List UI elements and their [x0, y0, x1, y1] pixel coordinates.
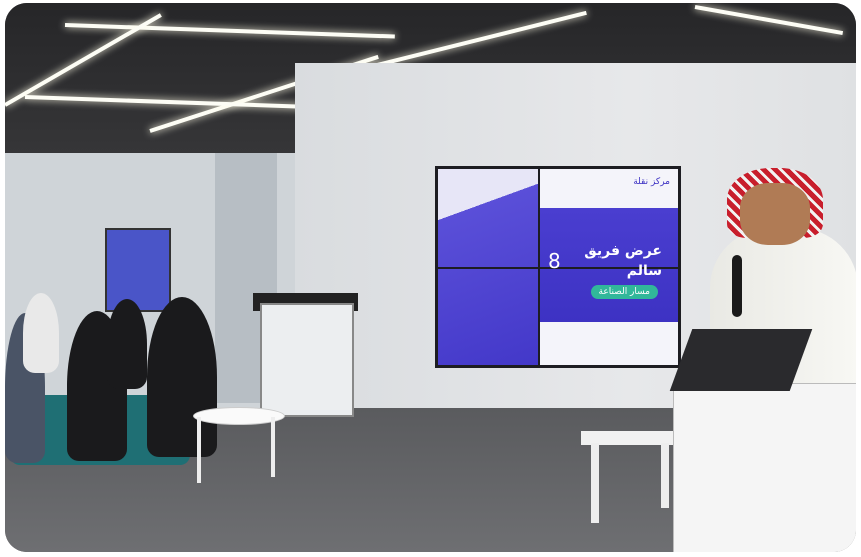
photo-frame: مركز نقلة 8 عرض فريق سالم مسار الصناعة	[5, 3, 856, 552]
table-leg	[591, 443, 599, 523]
presentation-screen: مركز نقلة 8 عرض فريق سالم مسار الصناعة	[435, 166, 681, 368]
audience-member	[147, 297, 217, 457]
side-display-screen	[105, 228, 171, 312]
laptop	[669, 329, 813, 391]
slide-brand-text: مركز نقلة	[633, 177, 670, 187]
slide-title-line-1: عرض فريق	[584, 243, 662, 259]
table-leg	[271, 417, 275, 477]
microphone	[732, 255, 742, 317]
lectern	[673, 383, 856, 552]
audience-member	[23, 293, 59, 373]
presenter-face	[740, 183, 810, 245]
table-leg	[661, 443, 669, 508]
audience-member	[107, 299, 147, 389]
slide-title-line-2: سالم	[626, 263, 662, 279]
slide-track-badge: مسار الصناعة	[590, 285, 658, 299]
podium	[260, 303, 354, 417]
slide-title: عرض فريق سالم	[584, 241, 662, 281]
slide-number: 8	[548, 249, 561, 273]
table-leg	[197, 417, 201, 483]
